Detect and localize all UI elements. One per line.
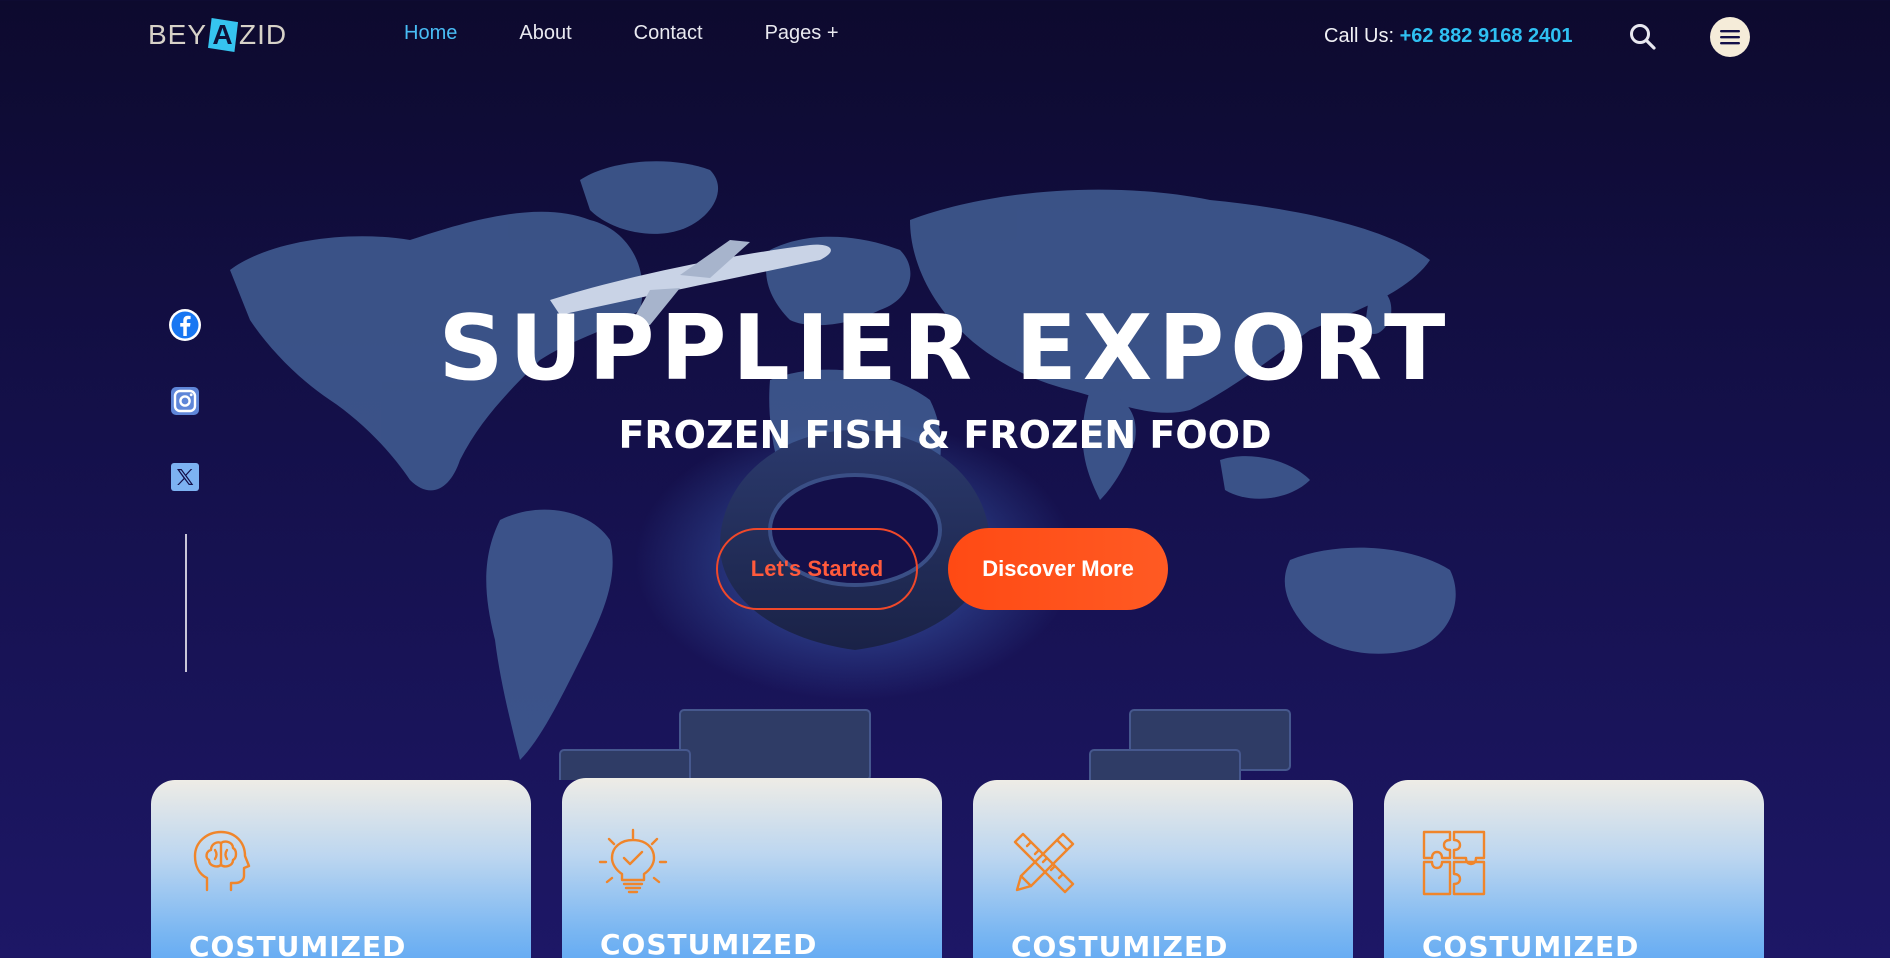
feature-card-title: COSTUMIZED xyxy=(1011,930,1229,958)
discover-more-button[interactable]: Discover More xyxy=(948,528,1168,610)
hamburger-menu-icon[interactable] xyxy=(1710,17,1750,57)
search-icon[interactable] xyxy=(1628,22,1658,52)
feature-card-2[interactable]: COSTUMIZED xyxy=(562,778,942,958)
nav-home[interactable]: Home xyxy=(404,22,457,45)
social-divider-line xyxy=(185,534,187,672)
call-label: Call Us: xyxy=(1324,25,1395,47)
site-header: BEY A ZID Home About Contact Pages + Cal… xyxy=(0,0,1890,72)
world-map-illustration xyxy=(230,161,1456,780)
feature-card-1[interactable]: COSTUMIZED xyxy=(151,780,531,958)
feature-card-4[interactable]: COSTUMIZED xyxy=(1384,780,1764,958)
x-twitter-icon[interactable] xyxy=(168,460,202,494)
feature-card-title: COSTUMIZED xyxy=(1422,930,1640,958)
nav-contact[interactable]: Contact xyxy=(634,22,703,45)
nav-pages[interactable]: Pages + xyxy=(765,22,839,45)
call-us: Call Us: +62 882 9168 2401 xyxy=(1324,25,1573,48)
puzzle-icon xyxy=(1420,828,1490,898)
phone-number[interactable]: +62 882 9168 2401 xyxy=(1400,25,1573,47)
logo-text-left: BEY xyxy=(148,19,208,50)
feature-card-title: COSTUMIZED xyxy=(600,928,818,958)
logo-mark: A xyxy=(208,18,239,52)
lightbulb-check-icon xyxy=(598,826,668,896)
brain-head-icon xyxy=(187,828,257,898)
feature-card-3[interactable]: COSTUMIZED xyxy=(973,780,1353,958)
main-nav: Home About Contact Pages + xyxy=(404,22,901,45)
feature-card-title: COSTUMIZED xyxy=(189,930,407,958)
logo-text-right: ZID xyxy=(239,19,288,50)
hero-subtitle: FROZEN FISH & FROZEN FOOD xyxy=(618,413,1272,457)
hero-title: SUPPLIER EXPORT xyxy=(438,296,1452,401)
logo[interactable]: BEY A ZID xyxy=(148,16,287,54)
pencil-ruler-icon xyxy=(1009,828,1079,898)
lets-started-button[interactable]: Let's Started xyxy=(716,528,918,610)
nav-about[interactable]: About xyxy=(519,22,571,45)
